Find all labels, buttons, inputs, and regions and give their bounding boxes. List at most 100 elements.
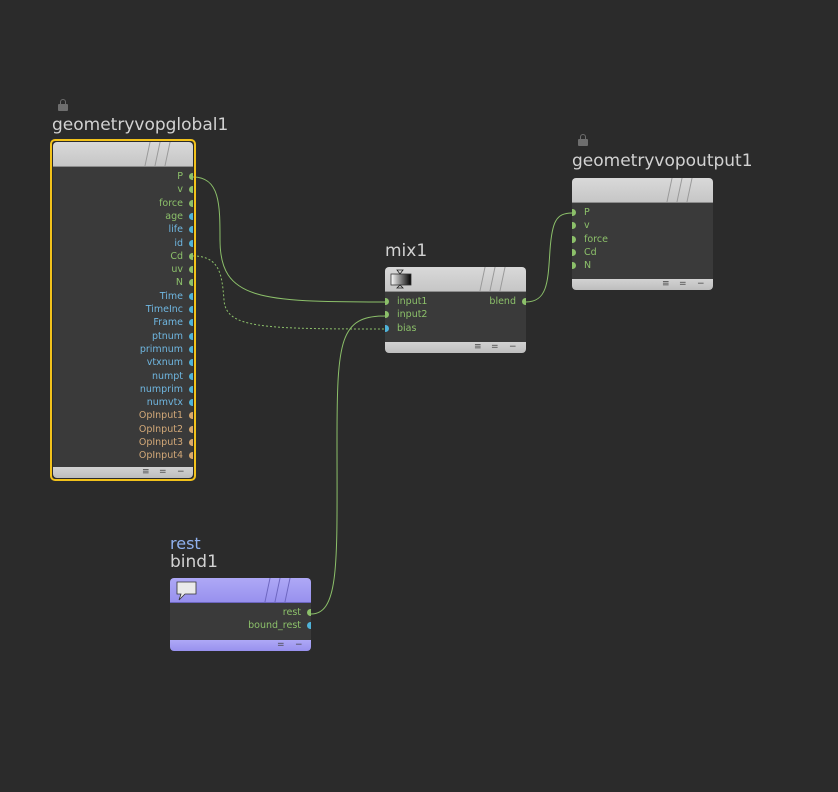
mix-node[interactable]: input1 input2 bias blend ≡ = −	[385, 267, 526, 353]
mix-gradient-icon	[390, 269, 412, 289]
bind-node-header[interactable]	[170, 578, 311, 603]
global-node-header[interactable]	[53, 142, 193, 167]
wire-blend-to-p[interactable]	[525, 212, 573, 303]
output-port-opinput2[interactable]: OpInput2	[53, 423, 193, 436]
output-port-cd[interactable]: Cd	[53, 250, 193, 263]
port-connector-icon[interactable]	[189, 212, 193, 220]
minus-icon[interactable]: −	[697, 279, 705, 290]
mix-node-name[interactable]: mix1	[385, 241, 427, 261]
input-port-n[interactable]: N	[572, 259, 713, 272]
input-port-force[interactable]: force	[572, 233, 713, 246]
port-connector-icon[interactable]	[189, 359, 193, 367]
output-port-age[interactable]: age	[53, 210, 193, 223]
output-port-numpt[interactable]: numpt	[53, 370, 193, 383]
port-connector-icon[interactable]	[189, 385, 193, 393]
port-connector-icon[interactable]	[572, 235, 576, 243]
wire-cd-to-bias[interactable]	[192, 255, 386, 330]
minus-icon[interactable]: −	[177, 467, 185, 478]
port-connector-icon[interactable]	[307, 609, 311, 616]
menu-icon[interactable]: ≡	[474, 342, 482, 353]
port-connector-icon[interactable]	[189, 439, 193, 446]
input-port-cd[interactable]: Cd	[572, 246, 713, 259]
output-port-v[interactable]: v	[53, 183, 193, 196]
output-port-rest[interactable]: rest	[170, 606, 311, 619]
output-port-uv[interactable]: uv	[53, 263, 193, 276]
input-port-v[interactable]: v	[572, 219, 713, 232]
output-port-opinput4[interactable]: OpInput4	[53, 449, 193, 462]
minus-icon[interactable]: −	[295, 640, 303, 651]
port-connector-icon[interactable]	[189, 399, 193, 407]
port-connector-icon[interactable]	[189, 173, 193, 180]
port-connector-icon[interactable]	[189, 252, 193, 260]
output-node-name[interactable]: geometryvopoutput1	[572, 151, 753, 171]
bind-node[interactable]: rest bound_rest = −	[170, 578, 311, 651]
input-port-input2[interactable]: input2	[385, 308, 526, 321]
equal-icon[interactable]: =	[679, 279, 687, 290]
input-port-bias[interactable]: bias	[385, 322, 526, 335]
equal-icon[interactable]: =	[159, 467, 167, 478]
port-connector-icon[interactable]	[385, 311, 389, 319]
output-port-blend[interactable]: blend	[385, 295, 526, 308]
port-connector-icon[interactable]	[189, 292, 193, 300]
output-port-time[interactable]: Time	[53, 290, 193, 303]
port-connector-icon[interactable]	[189, 279, 193, 287]
port-connector-icon[interactable]	[189, 345, 193, 353]
global-node[interactable]: Pv force age life id Cd uv N Time TimeInc Frame ptn…	[53, 142, 193, 478]
port-connector-icon[interactable]	[189, 452, 193, 460]
port-label: numprim	[139, 383, 183, 395]
output-port-bound_rest[interactable]: bound_rest	[170, 619, 311, 632]
bind-node-body: rest bound_rest	[170, 603, 311, 640]
port-connector-icon[interactable]	[189, 266, 193, 274]
equal-icon[interactable]: =	[491, 342, 499, 353]
port-label: P	[584, 207, 590, 218]
output-port-id[interactable]: id	[53, 237, 193, 250]
output-node[interactable]: Pv force Cd N ≡ = −	[572, 178, 713, 290]
output-port-force[interactable]: force	[53, 197, 193, 210]
global-node-name[interactable]: geometryvopglobal1	[52, 115, 228, 135]
output-port-life[interactable]: life	[53, 223, 193, 236]
port-connector-icon[interactable]	[189, 239, 193, 247]
output-port-vtxnum[interactable]: vtxnum	[53, 356, 193, 369]
port-connector-icon[interactable]	[572, 222, 576, 230]
output-port-opinput3[interactable]: OpInput3	[53, 436, 193, 449]
port-connector-icon[interactable]	[189, 372, 193, 380]
port-label: OpInput2	[138, 423, 183, 435]
output-node-header[interactable]	[572, 178, 713, 203]
menu-icon[interactable]: ≡	[662, 279, 670, 290]
equal-icon[interactable]: =	[277, 640, 285, 651]
port-connector-icon[interactable]	[522, 298, 526, 305]
port-label: v	[177, 184, 183, 196]
wire-p-to-input1[interactable]	[192, 176, 386, 303]
port-connector-icon[interactable]	[189, 425, 193, 433]
port-connector-icon[interactable]	[307, 622, 311, 630]
input-port-p[interactable]: P	[572, 206, 713, 219]
port-connector-icon[interactable]	[189, 199, 193, 207]
port-connector-icon[interactable]	[189, 186, 193, 194]
mix-node-header[interactable]	[385, 267, 526, 292]
wire-rest-to-input2[interactable]	[310, 315, 386, 615]
port-connector-icon[interactable]	[572, 262, 576, 270]
port-label: life	[168, 224, 183, 236]
minus-icon[interactable]: −	[509, 342, 517, 353]
menu-icon[interactable]: ≡	[142, 467, 150, 478]
port-connector-icon[interactable]	[189, 226, 193, 234]
output-port-opinput1[interactable]: OpInput1	[53, 409, 193, 422]
port-connector-icon[interactable]	[189, 319, 193, 327]
mix-node-footer: ≡ = −	[385, 342, 526, 353]
port-connector-icon[interactable]	[189, 412, 193, 420]
port-connector-icon[interactable]	[572, 248, 576, 256]
output-port-numvtx[interactable]: numvtx	[53, 396, 193, 409]
output-port-timeinc[interactable]: TimeInc	[53, 303, 193, 316]
output-port-n[interactable]: N	[53, 276, 193, 289]
bind-node-name[interactable]: bind1	[170, 552, 218, 572]
output-port-ptnum[interactable]: ptnum	[53, 330, 193, 343]
output-port-numprim[interactable]: numprim	[53, 383, 193, 396]
port-connector-icon[interactable]	[572, 209, 576, 216]
bind-node-footer: = −	[170, 640, 311, 651]
output-port-p[interactable]: P	[53, 170, 193, 183]
port-connector-icon[interactable]	[385, 324, 389, 332]
port-connector-icon[interactable]	[189, 332, 193, 340]
output-port-primnum[interactable]: primnum	[53, 343, 193, 356]
output-port-frame[interactable]: Frame	[53, 316, 193, 329]
port-connector-icon[interactable]	[189, 306, 193, 313]
